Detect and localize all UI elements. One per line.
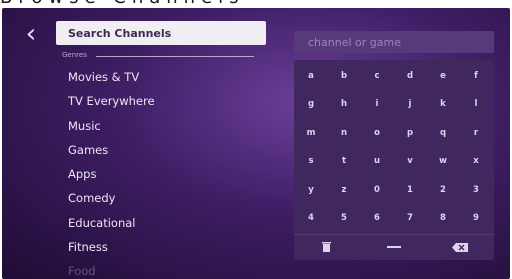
clipped-header: Browse Channels	[0, 0, 512, 8]
trash-icon[interactable]	[308, 236, 344, 258]
key[interactable]: t	[329, 149, 359, 172]
key[interactable]: n	[329, 121, 359, 144]
keyboard-divider	[294, 234, 494, 235]
key[interactable]: 6	[362, 206, 392, 229]
key[interactable]: a	[296, 64, 326, 87]
key[interactable]: x	[461, 149, 491, 172]
genres-divider	[96, 56, 254, 57]
key[interactable]: s	[296, 149, 326, 172]
genre-tv-everywhere[interactable]: TV Everywhere	[68, 94, 155, 108]
key[interactable]: w	[428, 149, 458, 172]
key[interactable]: 7	[395, 206, 425, 229]
key[interactable]: v	[395, 149, 425, 172]
genres-header: Genres	[62, 51, 262, 65]
key[interactable]: 5	[329, 206, 359, 229]
key[interactable]: 1	[395, 178, 425, 201]
key[interactable]: d	[395, 64, 425, 87]
key[interactable]: p	[395, 121, 425, 144]
search-channels-button[interactable]: Search Channels	[56, 21, 266, 45]
back-chevron-icon[interactable]: ‹	[22, 21, 40, 47]
key[interactable]: h	[329, 92, 359, 115]
key[interactable]: 4	[296, 206, 326, 229]
key[interactable]: z	[329, 178, 359, 201]
search-input[interactable]: channel or game	[294, 31, 494, 53]
genre-educational[interactable]: Educational	[68, 216, 136, 230]
key[interactable]: j	[395, 92, 425, 115]
key[interactable]: b	[329, 64, 359, 87]
backspace-icon-graphic	[452, 242, 468, 252]
genre-food[interactable]: Food	[68, 264, 96, 278]
key[interactable]: q	[428, 121, 458, 144]
key[interactable]: 2	[428, 178, 458, 201]
key[interactable]: 3	[461, 178, 491, 201]
roku-search-screen: ‹ Search Channels Genres Movies & TV TV …	[2, 8, 510, 279]
space-icon[interactable]	[374, 236, 414, 258]
key[interactable]: c	[362, 64, 392, 87]
on-screen-keyboard: a b c d e f g h i j k l m n o p q r s t …	[294, 60, 494, 260]
header-text: Browse Channels	[0, 0, 245, 8]
genre-games[interactable]: Games	[68, 143, 108, 157]
genre-music[interactable]: Music	[68, 119, 101, 133]
key[interactable]: i	[362, 92, 392, 115]
space-icon-graphic	[387, 246, 401, 248]
key[interactable]: g	[296, 92, 326, 115]
key[interactable]: m	[296, 121, 326, 144]
genre-apps[interactable]: Apps	[68, 167, 96, 181]
key[interactable]: u	[362, 149, 392, 172]
genre-movies-tv[interactable]: Movies & TV	[68, 70, 139, 84]
key[interactable]: 0	[362, 178, 392, 201]
genre-comedy[interactable]: Comedy	[68, 191, 115, 205]
key[interactable]: 8	[428, 206, 458, 229]
key[interactable]: l	[461, 92, 491, 115]
key[interactable]: o	[362, 121, 392, 144]
backspace-icon[interactable]	[440, 236, 480, 258]
key[interactable]: y	[296, 178, 326, 201]
genre-fitness[interactable]: Fitness	[68, 240, 108, 254]
key[interactable]: 9	[461, 206, 491, 229]
key[interactable]: e	[428, 64, 458, 87]
key[interactable]: f	[461, 64, 491, 87]
genres-label: Genres	[62, 51, 87, 59]
trash-icon-graphic	[321, 242, 331, 252]
key[interactable]: r	[461, 121, 491, 144]
key[interactable]: k	[428, 92, 458, 115]
